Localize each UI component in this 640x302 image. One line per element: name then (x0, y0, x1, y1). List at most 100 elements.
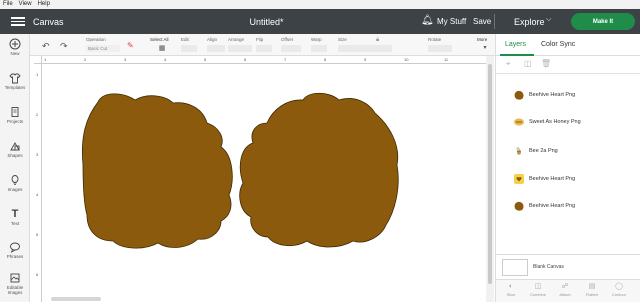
sidebar-item-images[interactable]: Images (0, 174, 30, 192)
layer-tools: ⌖ ◫ 🗑︎ (496, 56, 640, 74)
redo-icon[interactable]: ↷ (60, 41, 68, 52)
blank-canvas-thumbnail[interactable] (502, 259, 528, 276)
plus-icon (9, 38, 21, 50)
edit-button[interactable]: Edit (181, 37, 197, 52)
rotate-input[interactable] (428, 45, 452, 52)
ruler-tick: 6 (36, 272, 39, 277)
lock-icon[interactable]: 🔒︎ (376, 37, 379, 44)
layer-thumbnail-bee (516, 147, 521, 155)
ruler-tick: 2 (84, 57, 87, 62)
pen-color-icon[interactable]: ✎ (127, 41, 134, 50)
warp-label: Warp (311, 37, 322, 42)
operation-dropdown[interactable]: Operation Basic Cut (86, 37, 120, 52)
tab-layers[interactable]: Layers (505, 41, 526, 48)
warp-button[interactable]: Warp (311, 37, 327, 52)
sidebar-label: Templates (4, 85, 26, 90)
ruler-left: 1 2 3 4 5 6 (34, 64, 42, 302)
ruler-tick: 8 (324, 57, 327, 62)
sidebar-label: Images (7, 187, 23, 192)
layer-item[interactable]: Beehive Heart Png (514, 199, 575, 213)
layer-name: Beehive Heart Png (529, 92, 576, 98)
menu-file[interactable]: File (3, 0, 13, 9)
layer-item[interactable]: Beehive Heart Png (514, 88, 575, 102)
size-inputs[interactable] (338, 45, 392, 52)
sidebar-item-projects[interactable]: Projects (0, 106, 30, 124)
flip-label: Flip (256, 37, 264, 42)
ruler-tick: 10 (404, 57, 409, 62)
sidebar-item-phrases[interactable]: Phrases (0, 241, 30, 259)
select-all-icon: ▦ (158, 45, 166, 52)
contour-icon: ◯ (615, 283, 623, 290)
flatten-label: Flatten (585, 292, 599, 297)
delete-icon[interactable]: 🗑︎ (541, 59, 551, 68)
sidebar-item-new[interactable]: New (0, 38, 30, 56)
warp-icon (311, 45, 327, 52)
vertical-scrollbar[interactable] (486, 56, 494, 302)
layer-thumbnail-brown-blob (514, 201, 524, 211)
panel-tabs: Layers Color Sync (496, 34, 640, 56)
my-stuff-link[interactable]: My Stuff (437, 17, 466, 26)
slice-button[interactable]: ◐ Slice (500, 282, 522, 297)
edit-icon (181, 45, 197, 52)
more-label: More (477, 37, 488, 42)
beehive-shape-right[interactable] (239, 92, 399, 248)
flip-button[interactable]: Flip (256, 37, 272, 52)
arrange-button[interactable]: Arrange (228, 37, 252, 52)
rotate-field[interactable]: Rotate (428, 37, 452, 52)
beehive-shape-left[interactable] (81, 93, 233, 249)
explore-dropdown[interactable]: Explore (514, 17, 545, 27)
make-it-button[interactable]: Make It (571, 13, 635, 30)
select-all-button[interactable]: Select All ▦ (150, 37, 174, 52)
combine-button[interactable]: ◫ Combine (527, 282, 549, 297)
menu-help[interactable]: Help (38, 0, 50, 9)
size-label: Size (338, 37, 347, 42)
layer-name: Beehive Heart Png (529, 176, 576, 182)
attach-button[interactable]: ☍ Attach (554, 282, 576, 297)
sidebar-item-editable-images[interactable]: Editable Images (0, 272, 30, 295)
projects-icon (9, 106, 21, 118)
horizontal-scrollbar-thumb[interactable] (51, 297, 101, 301)
ungroup-icon[interactable]: ◫ (524, 59, 532, 68)
align-button[interactable]: Align (207, 37, 225, 52)
arrange-icon (228, 45, 252, 52)
scrollbar-thumb[interactable] (488, 64, 492, 284)
chevron-down-icon[interactable]: ⌵ (546, 16, 551, 24)
tab-color-sync[interactable]: Color Sync (541, 41, 575, 48)
design-canvas[interactable] (43, 65, 486, 302)
flatten-icon: ▤ (588, 283, 596, 290)
undo-icon[interactable]: ↶ (42, 41, 50, 52)
group-icon[interactable]: ⌖ (506, 59, 511, 69)
flip-icon (256, 45, 272, 52)
contour-button[interactable]: ◯ Contour (608, 282, 630, 297)
align-label: Align (207, 37, 218, 42)
offset-button[interactable]: Offset (281, 37, 301, 52)
menu-view[interactable]: View (19, 0, 32, 9)
save-button[interactable]: Save (473, 17, 491, 26)
bell-icon[interactable]: 🔔︎ (421, 15, 434, 27)
align-icon (207, 45, 225, 52)
shapes-icon (9, 140, 21, 152)
sidebar-label: New (10, 51, 20, 56)
edit-toolbar: ↶ ↷ Operation Basic Cut ✎ Select All ▦ E… (30, 34, 496, 56)
size-field[interactable]: Size (338, 37, 392, 52)
panel-separator (496, 254, 640, 255)
ruler-tick: 4 (164, 57, 167, 62)
rotate-label: Rotate (428, 37, 442, 42)
layer-item[interactable]: Sweet As Honey Png (514, 115, 581, 129)
layer-name: Beehive Heart Png (529, 203, 576, 209)
layer-item[interactable]: Beehive Heart Png (514, 172, 575, 186)
more-button[interactable]: More ▾ (477, 37, 493, 52)
ruler-tick: 11 (444, 57, 449, 62)
layer-thumbnail-yellow-heart (514, 174, 524, 184)
sidebar-item-shapes[interactable]: Shapes (0, 140, 30, 158)
attach-label: Attach (559, 292, 571, 297)
speech-bubble-icon (9, 241, 21, 253)
layer-item[interactable]: Bee 2a Png (514, 144, 558, 158)
flatten-button[interactable]: ▤ Flatten (581, 282, 603, 297)
top-bar: Canvas Untitled* 🔔︎ My Stuff Save Explor… (0, 9, 640, 34)
sidebar-label: Phrases (6, 254, 24, 259)
sidebar-item-templates[interactable]: Templates (0, 72, 30, 90)
sidebar-item-text[interactable]: T Text (0, 208, 30, 226)
layer-thumbnail-brown-blob (514, 90, 524, 100)
ruler-tick: 3 (124, 57, 127, 62)
